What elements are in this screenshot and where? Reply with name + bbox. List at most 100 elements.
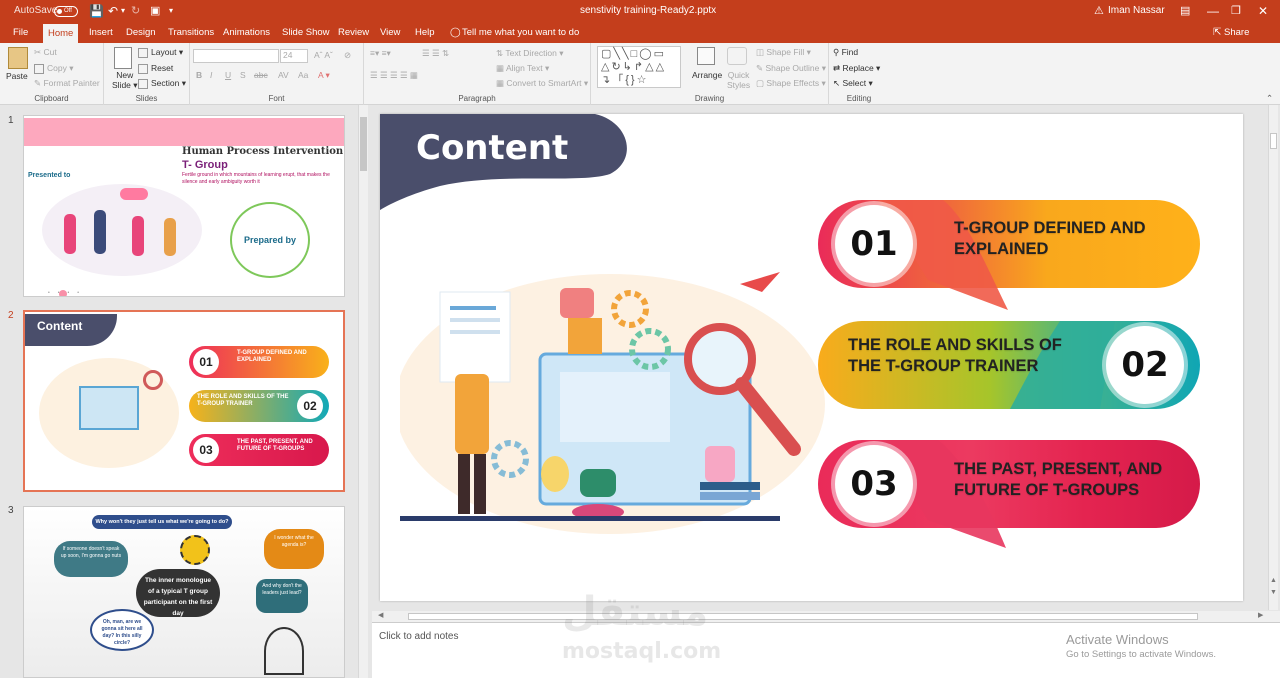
ribbon-display-icon[interactable]: ▤	[1180, 0, 1190, 22]
text-direction-button[interactable]: ⇅ Text Direction ▾	[496, 48, 563, 59]
shapes-gallery[interactable]: ▢╲╲□◯▭ △↻↳↱△△ ↴「{}☆	[597, 46, 681, 88]
tab-animations[interactable]: Animations	[218, 22, 275, 43]
section-label: Section	[151, 78, 180, 88]
close-icon[interactable]: ✕	[1258, 0, 1268, 22]
italic-icon[interactable]: I	[210, 70, 212, 80]
illustration	[400, 272, 825, 534]
select-button[interactable]: ↖ Select ▾	[833, 78, 873, 89]
customize-toolbar-icon[interactable]: ▾	[169, 0, 173, 22]
reset-icon	[138, 63, 148, 74]
underline-icon[interactable]: U	[225, 70, 231, 80]
format-painter-button[interactable]: ✎ Format Painter	[34, 78, 100, 89]
cut-button[interactable]: ✂ Cut	[34, 47, 57, 58]
shape-effects-button[interactable]: ▢ Shape Effects ▾	[756, 78, 826, 89]
section-button[interactable]: Section ▾	[138, 78, 186, 89]
pink-header-band	[24, 118, 344, 146]
horizontal-scrollbar[interactable]: ◀ ▶	[372, 611, 1280, 622]
bold-icon[interactable]: B	[196, 70, 202, 80]
paragraph-group-label: Paragraph	[458, 94, 496, 103]
thumb2-title: Content	[37, 319, 83, 333]
align-icons[interactable]: ☰ ☰ ☰ ☰ ▦	[370, 70, 418, 81]
undo-icon[interactable]: ↶	[108, 0, 118, 22]
slide-thumbnail-2[interactable]: Content 01 T-GROUP DEFINED AND EXPLAINED…	[23, 310, 345, 492]
change-case-icon[interactable]: Aa	[298, 70, 308, 80]
notes-pane[interactable]: Click to add notes مستقل mostaql.com Act…	[372, 589, 1280, 678]
notes-placeholder[interactable]: Click to add notes	[379, 631, 459, 642]
redo-icon[interactable]: ↻	[131, 0, 140, 22]
new-slide-label: New	[116, 70, 134, 80]
item-1-number: 01	[835, 205, 913, 283]
strikethrough-icon[interactable]: abc	[254, 70, 268, 80]
collapse-ribbon-icon[interactable]: ⌃	[1266, 93, 1273, 104]
save-icon[interactable]: 💾	[89, 0, 104, 22]
quick-styles-icon[interactable]	[727, 47, 747, 65]
thumb1-dots: ••••	[48, 290, 88, 296]
tab-transitions[interactable]: Transitions	[163, 22, 219, 43]
slide-thumbnail-3[interactable]: Why won't they just tell us what we're g…	[23, 506, 345, 678]
find-button[interactable]: ⚲ Find	[833, 47, 858, 58]
shape-outline-button[interactable]: ✎ Shape Outline ▾	[756, 63, 826, 74]
user-name[interactable]: Iman Nassar	[1108, 0, 1165, 22]
tab-design[interactable]: Design	[121, 22, 161, 43]
layout-button[interactable]: Layout ▾	[138, 47, 183, 58]
shadow-icon[interactable]: S	[240, 70, 246, 80]
replace-button[interactable]: ⇄ Replace ▾	[833, 63, 880, 74]
arrange-icon[interactable]	[697, 47, 715, 65]
shape-fill-button[interactable]: ◫ Shape Fill ▾	[756, 47, 811, 58]
increase-font-icon[interactable]: Aˆ Aˇ	[314, 50, 333, 60]
thumb3-q4: And why don't the leaders just lead?	[256, 579, 308, 613]
paste-button[interactable]: Paste	[6, 71, 28, 81]
prev-slide-icon[interactable]: ▲	[1270, 577, 1277, 584]
item-2-text: THE ROLE AND SKILLS OF THE T-GROUP TRAIN…	[848, 336, 1062, 375]
align-text-icon: ▦	[496, 63, 506, 73]
quick-styles-button[interactable]: Quick Styles	[727, 70, 750, 90]
slide-thumbnail-1[interactable]: Human Process Intervention T- Group Fert…	[23, 115, 345, 297]
thumb2-text-1: T-GROUP DEFINED AND EXPLAINED	[237, 350, 307, 363]
tab-view[interactable]: View	[375, 22, 405, 43]
tell-me-search[interactable]: Tell me what you want to do	[457, 22, 584, 43]
indent-icons[interactable]: ☰ ☰ ⇅	[422, 48, 449, 59]
font-size-select[interactable]: 24	[280, 49, 308, 63]
new-slide-icon[interactable]	[114, 47, 132, 69]
start-from-beginning-icon[interactable]: ▣	[150, 0, 160, 22]
clear-formatting-icon[interactable]: ⊘	[344, 50, 351, 61]
next-slide-icon[interactable]: ▼	[1270, 589, 1277, 596]
align-text-button[interactable]: ▦ Align Text ▾	[496, 63, 549, 74]
reset-button[interactable]: Reset	[138, 63, 173, 74]
thumb3-q1: Why won't they just tell us what we're g…	[92, 515, 232, 529]
gear-icon	[180, 535, 210, 565]
slide-scrollbar[interactable]: ▲ ▼	[1268, 105, 1278, 610]
thumbnail-scrollbar[interactable]	[358, 105, 368, 678]
bullets-icon[interactable]: ≡▾ ≡▾	[370, 48, 391, 59]
char-spacing-icon[interactable]: AV	[278, 70, 289, 80]
undo-dropdown-icon[interactable]: ▾	[121, 0, 125, 22]
restore-icon[interactable]: ❐	[1231, 0, 1241, 22]
font-color-icon[interactable]: A ▾	[318, 70, 330, 81]
autosave-toggle[interactable]: Off	[54, 6, 78, 17]
smartart-button[interactable]: ▦ Convert to SmartArt ▾	[496, 78, 588, 89]
tab-review[interactable]: Review	[333, 22, 374, 43]
copy-button[interactable]: Copy ▾	[34, 63, 73, 74]
font-name-select[interactable]	[193, 49, 279, 63]
editing-group: ⚲ Find ⇄ Replace ▾ ↖ Select ▾ Editing	[829, 43, 889, 105]
quick-styles-label-2: Styles	[727, 80, 751, 90]
arrange-button[interactable]: Arrange	[692, 70, 722, 80]
thumb2-illustration	[39, 358, 179, 468]
select-label: Select	[842, 78, 867, 88]
tab-insert[interactable]: Insert	[84, 22, 118, 43]
tab-file[interactable]: File	[8, 22, 33, 43]
tab-home[interactable]: Home	[43, 24, 79, 43]
paste-icon[interactable]	[8, 47, 28, 69]
thumb3-figure	[264, 627, 304, 675]
minimize-icon[interactable]: —	[1207, 0, 1219, 22]
slide-editing-area: Content 01 T-GROUP DEFINED AND EXPLAINED…	[370, 105, 1280, 610]
new-slide-button[interactable]: New Slide ▾	[112, 70, 138, 90]
current-slide[interactable]: Content 01 T-GROUP DEFINED AND EXPLAINED…	[380, 114, 1243, 601]
tab-help[interactable]: Help	[410, 22, 440, 43]
watermark-url: mostaql.com	[562, 639, 722, 664]
watermark-logo: مستقل	[562, 589, 709, 635]
tab-slide-show[interactable]: Slide Show	[277, 22, 335, 43]
thumb3-center: The inner monologue of a typical T group…	[136, 569, 220, 617]
share-button[interactable]: Share	[1219, 22, 1254, 43]
slide-number: 3	[8, 505, 14, 516]
